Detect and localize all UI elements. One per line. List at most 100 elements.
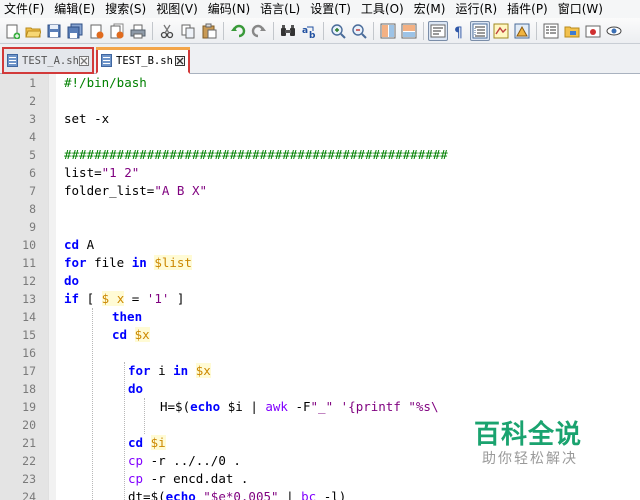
- code-text: then: [112, 308, 142, 326]
- code-text: list="1 2": [64, 164, 139, 182]
- code-line[interactable]: 15 cd $x: [0, 326, 640, 344]
- code-token: "$e*0.005": [203, 489, 279, 500]
- code-text: for file in $list: [64, 254, 192, 272]
- toolbar-separator: [373, 21, 374, 40]
- code-token: cd: [64, 237, 80, 252]
- replace-button[interactable]: ab: [299, 21, 319, 41]
- save-all-button[interactable]: [65, 21, 85, 41]
- code-text: folder_list="A B X": [64, 182, 207, 200]
- code-token: awk: [265, 399, 288, 414]
- find-button[interactable]: [278, 21, 298, 41]
- word-wrap-button[interactable]: [428, 20, 448, 41]
- code-line[interactable]: 1 #!/bin/bash: [0, 74, 640, 92]
- line-number: 5: [29, 148, 36, 162]
- code-token: cp: [128, 471, 144, 486]
- close-file-icon: [90, 24, 104, 38]
- code-line[interactable]: 10 cd A: [0, 236, 640, 254]
- print-button[interactable]: [128, 21, 148, 41]
- line-number: 9: [29, 220, 36, 234]
- code-text: do: [64, 272, 79, 290]
- save-button[interactable]: [44, 21, 64, 41]
- menu-item-11[interactable]: 窗口(W): [553, 0, 608, 18]
- svg-text:¶: ¶: [454, 25, 463, 39]
- code-line[interactable]: 17 for i in $x: [0, 362, 640, 380]
- menu-item-4[interactable]: 编码(N): [203, 0, 255, 18]
- new-file-button[interactable]: [2, 21, 22, 41]
- indent-guide: [92, 308, 93, 500]
- folder-as-workspace-button[interactable]: [562, 21, 582, 41]
- code-token: dt=$(: [128, 489, 166, 500]
- menu-item-10[interactable]: 插件(P): [502, 0, 553, 18]
- menu-item-6[interactable]: 设置(T): [305, 0, 356, 18]
- code-line[interactable]: 2: [0, 92, 640, 110]
- code-token: '1': [146, 291, 170, 306]
- code-line[interactable]: 14 then: [0, 308, 640, 326]
- copy-button[interactable]: [178, 21, 198, 41]
- toolbar-separator: [273, 21, 274, 40]
- close-icon[interactable]: [175, 55, 185, 66]
- show-all-chars-button[interactable]: ¶: [449, 21, 469, 41]
- print-icon: [130, 24, 146, 38]
- line-number: 1: [29, 76, 36, 90]
- code-line[interactable]: 4: [0, 128, 640, 146]
- code-token: cd: [112, 327, 128, 342]
- code-line[interactable]: 11 for file in $list: [0, 254, 640, 272]
- user-language-icon: [493, 23, 509, 38]
- code-token: cp: [128, 453, 144, 468]
- code-text: H=$(echo $i | awk -F"_" '{printf "%s\: [160, 398, 438, 416]
- code-text: do: [128, 380, 143, 398]
- code-line[interactable]: 16: [0, 344, 640, 362]
- sync-vertical-button[interactable]: [378, 21, 398, 41]
- undo-button[interactable]: [228, 21, 248, 41]
- zoom-in-button[interactable]: [328, 21, 348, 41]
- code-line[interactable]: 18 do: [0, 380, 640, 398]
- code-token: file: [86, 255, 132, 270]
- line-number: 18: [22, 382, 36, 396]
- menu-item-2[interactable]: 搜索(S): [100, 0, 151, 18]
- cut-button[interactable]: [157, 21, 177, 41]
- code-token: "_": [310, 399, 334, 414]
- code-text: if [ $ x = '1' ]: [64, 290, 184, 308]
- paste-button[interactable]: [199, 21, 219, 41]
- code-line[interactable]: 5 #######################################…: [0, 146, 640, 164]
- code-line[interactable]: 3 set -x: [0, 110, 640, 128]
- close-icon[interactable]: [79, 55, 89, 66]
- menu-item-8[interactable]: 宏(M): [409, 0, 451, 18]
- code-token: ########################################…: [64, 147, 448, 162]
- sync-horizontal-button[interactable]: [399, 21, 419, 41]
- code-line[interactable]: 9: [0, 218, 640, 236]
- monitoring-button[interactable]: [604, 21, 624, 41]
- close-all-button[interactable]: [107, 21, 127, 41]
- menu-item-0[interactable]: 文件(F): [0, 0, 49, 18]
- menu-item-9[interactable]: 运行(R): [450, 0, 502, 18]
- menu-item-7[interactable]: 工具(O): [356, 0, 409, 18]
- zoom-out-button[interactable]: [349, 21, 369, 41]
- line-number: 10: [22, 238, 36, 252]
- menu-item-5[interactable]: 语言(L): [255, 0, 305, 18]
- menu-item-1[interactable]: 编辑(E): [49, 0, 100, 18]
- open-file-button[interactable]: [23, 21, 43, 41]
- redo-button[interactable]: [249, 21, 269, 41]
- code-line[interactable]: 8: [0, 200, 640, 218]
- indent-guide-button[interactable]: [470, 20, 490, 41]
- code-text: for i in $x: [128, 362, 211, 380]
- tab-test-b[interactable]: TEST_B.sh: [96, 47, 190, 74]
- code-line[interactable]: 13 if [ $ x = '1' ]: [0, 290, 640, 308]
- record-macro-button[interactable]: [583, 21, 603, 41]
- toolbar-separator: [152, 21, 153, 40]
- menu-item-3[interactable]: 视图(V): [151, 0, 203, 18]
- doc-map-button[interactable]: [512, 21, 532, 41]
- code-line[interactable]: 12 do: [0, 272, 640, 290]
- record-macro-icon: [585, 25, 601, 37]
- tab-test-a[interactable]: TEST_A.sh: [2, 47, 94, 74]
- code-line[interactable]: 7 folder_list="A B X": [0, 182, 640, 200]
- open-file-icon: [25, 27, 41, 37]
- watermark-logo: 百科全说 助你轻松解决: [456, 410, 640, 500]
- code-token: $x: [134, 327, 150, 342]
- code-text: cp -r encd.dat .: [128, 470, 248, 488]
- code-line[interactable]: 6 list="1 2": [0, 164, 640, 182]
- close-file-button[interactable]: [86, 21, 106, 41]
- user-language-button[interactable]: [491, 21, 511, 41]
- function-list-button[interactable]: [541, 21, 561, 41]
- zoom-out-icon: [352, 23, 367, 39]
